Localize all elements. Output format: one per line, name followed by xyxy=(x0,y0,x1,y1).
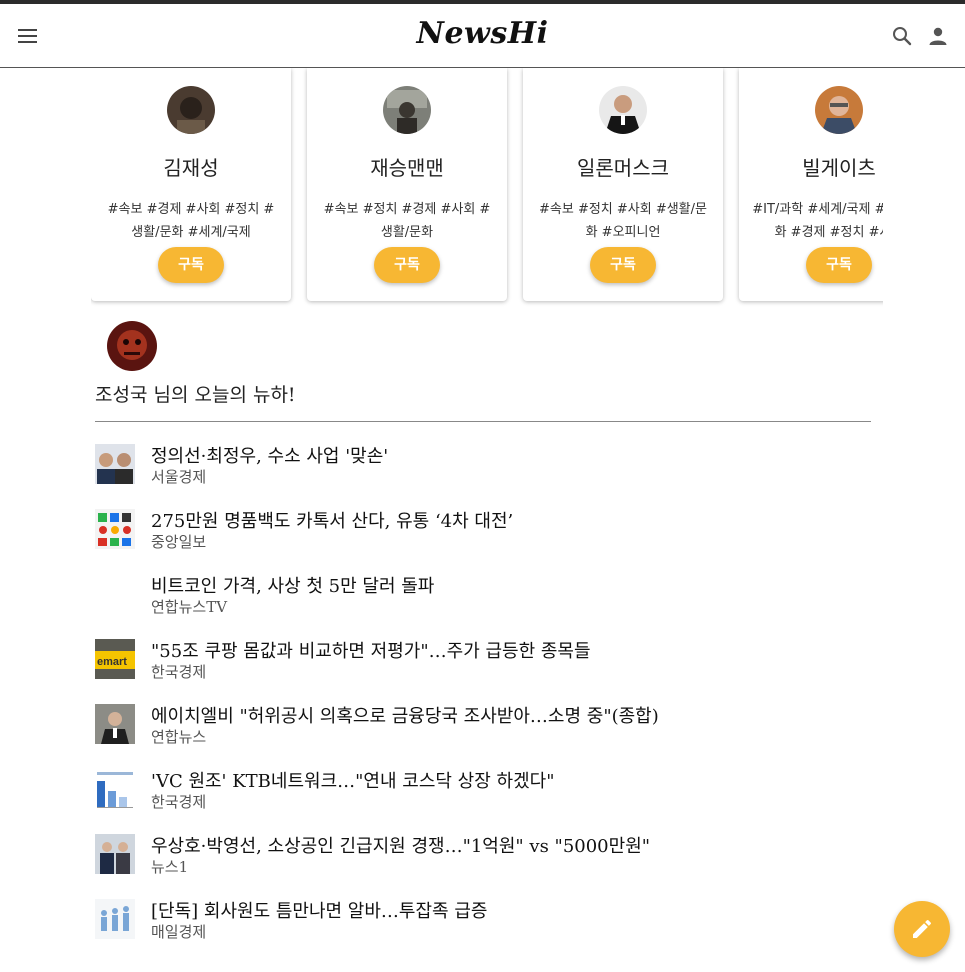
subscribe-button[interactable]: 구독 xyxy=(374,247,440,283)
news-thumbnail xyxy=(95,899,135,939)
user-card[interactable]: 일론머스크 #속보 #정치 #사회 #생활/문화 #오피니언 구독 xyxy=(523,68,723,301)
user-name: 빌게이츠 xyxy=(802,156,876,180)
user-tags: #속보 #정치 #경제 #사회 #생활/문화 xyxy=(323,202,491,240)
news-title: 275만원 명품백도 카톡서 산다, 유통 ‘4차 대전’ xyxy=(151,511,514,532)
news-source: 한국경제 xyxy=(151,793,207,811)
news-title: 에이치엘비 "허위공시 의혹으로 금융당국 조사받아…소명 중"(종합) xyxy=(151,706,659,727)
news-item[interactable]: 비트코인 가격, 사상 첫 5만 달러 돌파 연합뉴스TV xyxy=(95,570,885,635)
news-title: 비트코인 가격, 사상 첫 5만 달러 돌파 xyxy=(151,576,435,597)
news-thumbnail xyxy=(95,769,135,809)
section-divider xyxy=(95,421,871,422)
recommended-users-carousel[interactable]: 김재성 #속보 #경제 #사회 #정치 #생활/문화 #세계/국제 구독 재승맨… xyxy=(91,68,883,308)
user-card[interactable]: 재승맨맨 #속보 #정치 #경제 #사회 #생활/문화 구독 xyxy=(307,68,507,301)
svg-text:emart: emart xyxy=(97,656,127,668)
news-thumbnail xyxy=(95,704,135,744)
user-tags: #속보 #경제 #사회 #정치 #생활/문화 #세계/국제 xyxy=(107,202,275,240)
user-avatar xyxy=(815,86,863,134)
news-list: 정의선·최정우, 수소 사업 '맞손' 서울경제 275만원 명품백도 카톡서 … xyxy=(95,440,885,960)
greeting-text: 조성국 님의 오늘의 뉴하! xyxy=(95,384,296,406)
search-icon[interactable] xyxy=(890,24,914,48)
subscribe-button[interactable]: 구독 xyxy=(590,247,656,283)
news-source: 서울경제 xyxy=(151,468,207,486)
news-item[interactable]: emart "55조 쿠팡 몸값과 비교하면 저평가"…주가 급등한 종목들 한… xyxy=(95,635,885,700)
news-source: 한국경제 xyxy=(151,663,207,681)
user-name: 재승맨맨 xyxy=(370,156,444,180)
news-title: "55조 쿠팡 몸값과 비교하면 저평가"…주가 급등한 종목들 xyxy=(151,641,591,662)
news-item[interactable]: 우상호·박영선, 소상공인 긴급지원 경쟁…"1억원" vs "5000만원" … xyxy=(95,830,885,895)
subscribe-button[interactable]: 구독 xyxy=(158,247,224,283)
news-source: 매일경제 xyxy=(151,923,207,941)
news-source: 연합뉴스 xyxy=(151,728,207,746)
news-thumbnail xyxy=(95,444,135,484)
news-source: 뉴스1 xyxy=(151,858,189,876)
pencil-icon xyxy=(913,919,932,938)
news-item[interactable]: 275만원 명품백도 카톡서 산다, 유통 ‘4차 대전’ 중앙일보 xyxy=(95,505,885,570)
user-name: 일론머스크 xyxy=(577,156,669,180)
news-thumbnail: emart xyxy=(95,639,135,679)
user-name: 김재성 xyxy=(163,156,219,180)
user-avatar xyxy=(383,86,431,134)
user-card[interactable]: 빌게이츠 #IT/과학 #세계/국제 #생활/문화 #경제 #정치 #사회 구독 xyxy=(739,68,883,301)
user-card[interactable]: 김재성 #속보 #경제 #사회 #정치 #생활/문화 #세계/국제 구독 xyxy=(91,68,291,301)
write-fab-button[interactable] xyxy=(894,901,950,957)
news-title: [단독] 회사원도 틈만나면 알바…투잡족 급증 xyxy=(151,901,488,922)
news-thumbnail xyxy=(95,509,135,549)
news-source: 연합뉴스TV xyxy=(151,598,228,616)
user-avatar xyxy=(167,86,215,134)
subscribe-button[interactable]: 구독 xyxy=(806,247,872,283)
news-item[interactable]: [단독] 회사원도 틈만나면 알바…투잡족 급증 매일경제 xyxy=(95,895,885,960)
news-item[interactable]: 에이치엘비 "허위공시 의혹으로 금융당국 조사받아…소명 중"(종합) 연합뉴… xyxy=(95,700,885,765)
news-title: 우상호·박영선, 소상공인 긴급지원 경쟁…"1억원" vs "5000만원" xyxy=(151,836,651,857)
app-logo[interactable]: NewsHi xyxy=(0,16,965,51)
app-bar: NewsHi xyxy=(0,4,965,68)
news-title: 정의선·최정우, 수소 사업 '맞손' xyxy=(151,446,389,467)
news-title: 'VC 원조' KTB네트워크…"연내 코스닥 상장 하겠다" xyxy=(151,771,555,792)
my-avatar[interactable] xyxy=(107,321,157,371)
news-item[interactable]: 'VC 원조' KTB네트워크…"연내 코스닥 상장 하겠다" 한국경제 xyxy=(95,765,885,830)
news-thumbnail xyxy=(95,834,135,874)
person-icon[interactable] xyxy=(926,24,950,48)
news-source: 중앙일보 xyxy=(151,533,207,551)
news-item[interactable]: 정의선·최정우, 수소 사업 '맞손' 서울경제 xyxy=(95,440,885,505)
user-tags: #속보 #정치 #사회 #생활/문화 #오피니언 xyxy=(539,202,707,240)
user-avatar xyxy=(599,86,647,134)
user-tags: #IT/과학 #세계/국제 #생활/문화 #경제 #정치 #사회 xyxy=(752,202,883,240)
